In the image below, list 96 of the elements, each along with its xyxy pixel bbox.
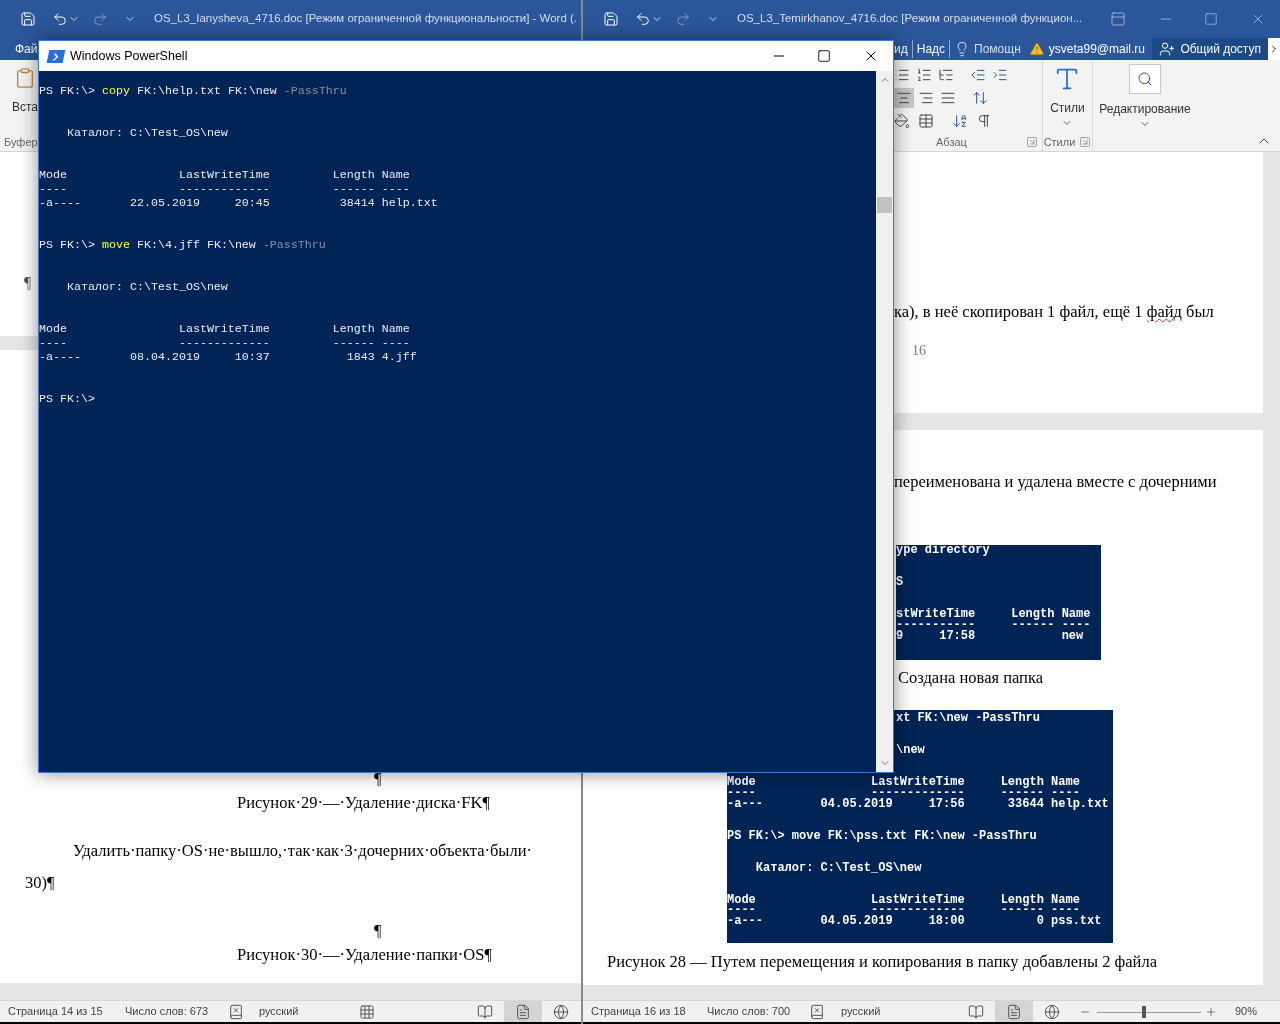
figure-caption: Рисунок·30·—·Удаление·папки·OS¶ [237,945,492,964]
console-line: -a---- 08.04.2019 10:37 1843 4.jff [39,350,417,364]
paragraph-text: переименована и удалена вместе с дочерними [894,472,1217,491]
paragraph-text: Удалить·папку·OS·не·вышло,·так·как·3·дочерних·объекта·были· [73,841,532,860]
person-plus-icon [1159,41,1176,57]
read-mode-icon [968,1003,984,1020]
shading-icon[interactable] [894,113,910,129]
align-button[interactable] [894,88,914,108]
pilcrow-icon[interactable] [976,113,992,129]
web-layout-icon [1044,1003,1060,1020]
ribbon-display-icon[interactable] [1110,11,1126,27]
read-mode-icon [477,1003,493,1020]
console-line: PS FK:\> copy FK:\help.txt FK:\new -PassThru [39,84,347,98]
align-justify-icon [940,90,956,106]
page-count[interactable]: Страница 14 из 15 [8,1003,125,1020]
align-right-icon [918,90,934,106]
paragraph-mark: ¶ [24,273,32,293]
console-line: stWriteTime Length Name [896,607,1091,622]
console-line: \new [896,743,925,758]
numbered-list-icon[interactable] [916,67,932,83]
styles-button[interactable]: Стили [1050,65,1085,129]
proofing-icon[interactable] [809,1003,825,1020]
console-line: -a--- 04.05.2019 18:00 0 pss.txt [727,914,1102,929]
view-button[interactable] [995,1001,1033,1022]
console-line: PS FK:\> move FK:\4.jff FK:\new -PassThru [39,238,326,252]
indent-increase-icon[interactable] [992,67,1008,83]
print-layout-icon [1006,1003,1022,1020]
multilevel-list-icon[interactable] [938,67,954,83]
editing-button[interactable]: Редактирование [1097,64,1193,134]
zoom-level[interactable]: 90% [1235,1003,1258,1020]
console-line: ype directory [896,545,990,557]
undo-icon[interactable] [52,11,68,27]
group-label: Стили [1043,134,1076,150]
figure-caption: Рисунок 28 — Путем перемещения и копирования в папку добавлены 2 файла [607,952,1157,971]
save-icon[interactable] [20,11,36,27]
console-line: Mode LastWriteTime Length Name [727,775,1080,790]
language-label[interactable]: русский [841,1003,957,1020]
scrollbar-thumb[interactable] [877,197,892,213]
figure-caption: Рисунок·29·—·Удаление·диска·FK¶ [237,793,490,812]
scroll-right-icon[interactable] [1268,38,1280,60]
console-line: S [896,575,904,590]
warning-icon [1028,41,1045,57]
console-line: Mode LastWriteTime Length Name [39,168,410,182]
window-title: OS_L3_Ianysheva_4716.doc [Режим ограниченной функциональности] - Word (. [154,11,578,27]
ribbon-tab[interactable]: Фай [15,40,38,58]
window-title: Windows PowerShell [70,47,188,65]
undo-icon[interactable] [635,11,651,27]
figure-caption: Создана новая папка [898,668,1044,687]
share-button[interactable]: Общий доступ [1152,38,1268,60]
group-label: Абзац [936,134,967,150]
paragraph-text: ка), в неё скопирован 1 файл, ещё 1 файд был [894,302,1214,321]
paragraph-text: 30)¶ [25,873,55,892]
console-line: Каталог: C:\Test_OS\new [65,126,228,140]
maximize-icon[interactable] [817,49,831,63]
borders-icon[interactable] [918,113,934,129]
powershell-icon [46,49,66,63]
window-title: OS_L3_Temirkhanov_4716.doc [Режим ограниченной функцион... [737,11,1083,27]
console-line: Каталог: C:\Test_OS\new [754,860,922,875]
ribbon-tab[interactable]: Помощн [950,40,1025,58]
web-layout-icon [553,1003,569,1020]
align-center-icon [896,90,912,106]
search-icon [1137,71,1153,87]
console-line: -a---- 22.05.2019 20:45 38414 help.txt [39,196,438,210]
language-label[interactable]: русский [259,1003,359,1020]
scrollbar[interactable] [876,71,893,772]
console-line: Mode LastWriteTime Length Name [39,322,410,336]
view-button[interactable] [504,1001,542,1022]
word-count[interactable]: Число слов: 700 [707,1003,809,1020]
page-count[interactable]: Страница 16 из 18 [591,1003,707,1020]
console-line: PS FK:\> move FK:\pss.txt FK:\new -PassThru [727,828,1037,843]
account-button[interactable]: ysveta99@mail.ru [1024,40,1149,58]
bullet-list-icon[interactable] [894,67,910,83]
zoom-slider[interactable] [1097,1005,1201,1018]
page-number: 16 [912,343,926,358]
console-line: ---- ------------- ------ ---- [39,182,410,196]
save-icon[interactable] [603,11,619,27]
zoom-in-icon[interactable] [1205,1005,1217,1018]
group-label: Буфер [3,134,39,150]
ribbon-tab[interactable]: Надс [912,40,951,58]
console-line: -a--- 04.05.2019 17:56 33644 help.txt [727,796,1109,811]
clipboard-icon [14,66,36,90]
slider-thumb[interactable] [1141,1005,1146,1018]
console-line: 9 17:58 new [896,628,1084,643]
word-count[interactable]: Число слов: 673 [125,1003,228,1020]
indent-decrease-icon[interactable] [970,67,986,83]
sort-icon[interactable] [952,113,968,129]
console-line: ---- ------------- ------ ---- [39,336,410,350]
paragraph-mark: ¶ [374,921,382,940]
console-line: Mode LastWriteTime Length Name [727,892,1080,907]
line-spacing-icon[interactable] [972,90,988,106]
print-layout-icon [515,1003,531,1020]
proofing-icon[interactable] [228,1003,244,1020]
paragraph-mark: ¶ [374,769,382,788]
console-line: xt FK:\new -PassThru [896,711,1041,725]
console-line: Каталог: C:\Test_OS\new [65,280,228,294]
console-line: PS FK:\> [39,392,95,406]
